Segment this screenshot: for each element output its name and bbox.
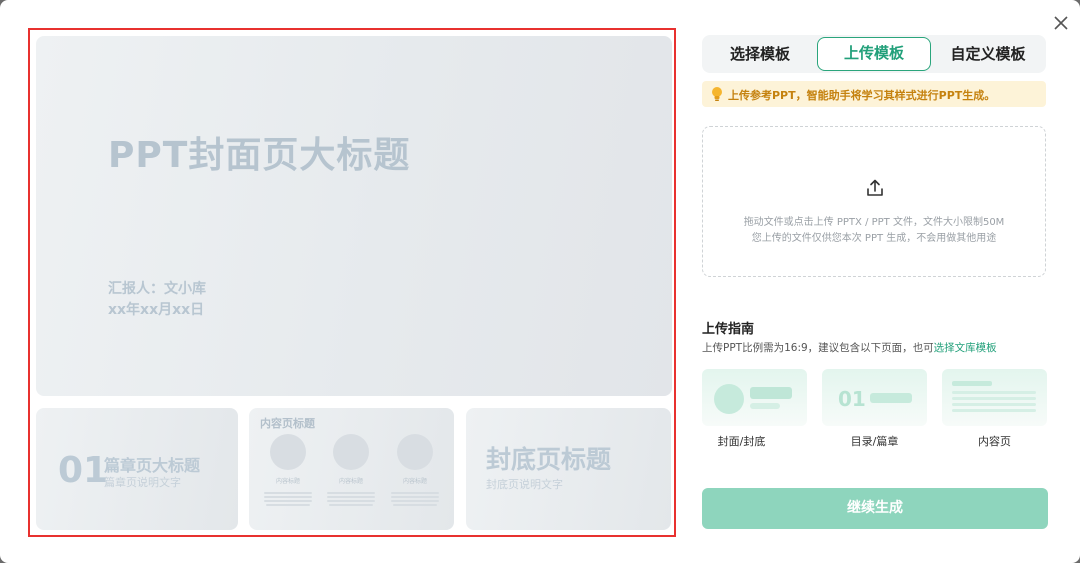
content-column-label: 内容标题: [275, 478, 300, 485]
chapter-number: 01: [58, 450, 109, 491]
content-circle: [333, 434, 369, 470]
template-preview: PPT封面页大标题 汇报人：文小库 xx年xx月xx日 01 篇章页大标题 篇章…: [28, 28, 676, 537]
guide-card-toc-label: 目录/篇章: [850, 435, 899, 448]
tab-upload-template[interactable]: 上传模板: [817, 37, 931, 71]
cover-slide-preview: PPT封面页大标题 汇报人：文小库 xx年xx月xx日: [36, 36, 672, 396]
continue-generate-button[interactable]: 继续生成: [702, 488, 1048, 529]
back-cover-slide-preview: 封底页标题 封底页说明文字: [466, 408, 671, 530]
template-tabs: 选择模板 上传模板 自定义模板: [702, 35, 1046, 73]
chapter-subtitle: 篇章页说明文字: [104, 476, 181, 489]
tab-custom-template[interactable]: 自定义模板: [932, 37, 1044, 71]
guide-card-cover: [702, 369, 807, 426]
close-icon[interactable]: [1050, 12, 1072, 34]
tab-select-template[interactable]: 选择模板: [704, 37, 816, 71]
chapter-slide-preview: 01 篇章页大标题 篇章页说明文字: [36, 408, 238, 530]
upload-notice: 上传参考PPT，智能助手将学习其样式进行PPT生成。: [702, 81, 1046, 107]
upload-template-dialog: PPT封面页大标题 汇报人：文小库 xx年xx月xx日 01 篇章页大标题 篇章…: [0, 0, 1080, 563]
upload-notice-text: 上传参考PPT，智能助手将学习其样式进行PPT生成。: [728, 89, 996, 102]
dropzone-instructions: 拖动文件或点击上传 PPTX / PPT 文件，文件大小限制50M: [743, 217, 1005, 228]
file-dropzone[interactable]: 拖动文件或点击上传 PPTX / PPT 文件，文件大小限制50M 您上传的文件…: [702, 126, 1046, 277]
dropzone-privacy-note: 您上传的文件仅供您本次 PPT 生成，不会用做其他用途: [751, 233, 997, 244]
guide-card-content-label: 内容页: [978, 435, 1011, 448]
cover-reporter: 汇报人：文小库: [108, 281, 206, 297]
content-circle: [397, 434, 433, 470]
cover-date: xx年xx月xx日: [108, 302, 205, 318]
back-cover-subtitle: 封底页说明文字: [486, 478, 563, 491]
content-circle: [270, 434, 306, 470]
back-cover-title: 封底页标题: [486, 445, 612, 474]
content-column: 内容标题: [263, 434, 313, 506]
content-slide-preview: 内容页标题 内容标题 内容标题 内容标题: [249, 408, 454, 530]
lightbulb-icon: [710, 86, 724, 102]
upload-guide-title: 上传指南: [702, 322, 755, 337]
upload-guide-text: 上传PPT比例需为16:9，建议包含以下页面，也可: [702, 342, 934, 354]
content-column-label: 内容标题: [338, 478, 363, 485]
upload-guide-description: 上传PPT比例需为16:9，建议包含以下页面，也可选择文库模板: [702, 340, 997, 355]
cover-title: PPT封面页大标题: [108, 135, 411, 176]
content-column: 内容标题: [326, 434, 376, 506]
chapter-title: 篇章页大标题: [104, 456, 201, 475]
content-column: 内容标题: [390, 434, 440, 506]
select-library-template-link[interactable]: 选择文库模板: [934, 342, 997, 354]
guide-card-toc: 01: [822, 369, 927, 426]
content-title: 内容页标题: [260, 417, 315, 430]
guide-card-content: [942, 369, 1047, 426]
upload-icon: [865, 178, 885, 198]
guide-card-cover-label: 封面/封底: [717, 435, 766, 448]
content-column-label: 内容标题: [402, 478, 427, 485]
guide-card-toc-number: 01: [838, 387, 866, 411]
